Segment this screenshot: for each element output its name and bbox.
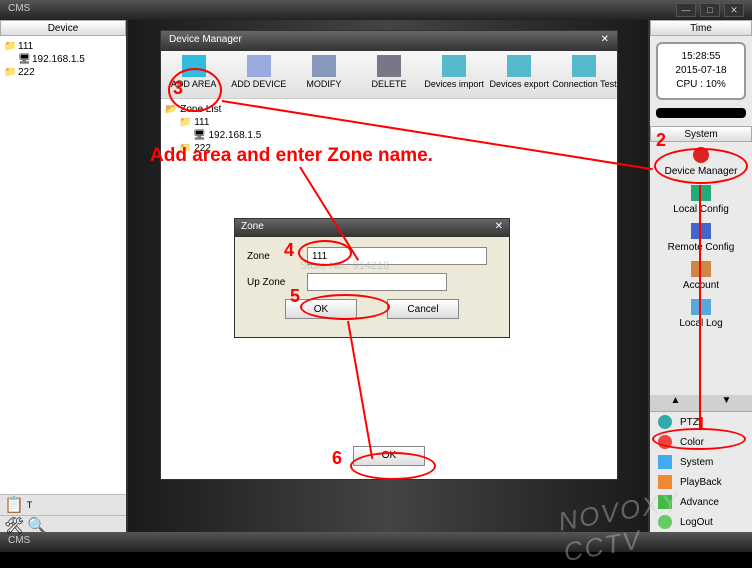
export-icon xyxy=(507,55,531,77)
clock-text: 15:28:55 xyxy=(664,50,738,64)
connection-test-button[interactable]: Connection Test xyxy=(552,51,617,98)
nav-playback[interactable]: PlayBack xyxy=(650,472,752,492)
nav-advance[interactable]: Advance xyxy=(650,492,752,512)
down-arrow-icon: ▼ xyxy=(701,395,752,411)
zone-icon: 📁 xyxy=(4,41,16,51)
system-icon xyxy=(656,454,674,470)
zone-icon: 📁 xyxy=(179,117,191,128)
zone-ok-button[interactable]: OK xyxy=(285,299,357,319)
tree-item[interactable]: 📁111 xyxy=(4,40,122,53)
app-title: CMS xyxy=(8,3,30,17)
local-log-button[interactable]: Local Log xyxy=(650,294,752,332)
search-icon[interactable]: 🛠 xyxy=(4,516,24,536)
root-icon: 📂 xyxy=(165,104,177,115)
add-area-icon xyxy=(182,55,206,77)
app-title-bar: CMS — □ ✕ xyxy=(0,0,752,20)
close-icon[interactable]: ✕ xyxy=(495,221,503,235)
system-panel-header: System xyxy=(650,126,752,142)
minimize-button[interactable]: — xyxy=(676,3,696,17)
local-config-button[interactable]: Local Config xyxy=(650,180,752,218)
date-text: 2015-07-18 xyxy=(664,64,738,78)
logout-icon xyxy=(656,514,674,530)
cpu-text: CPU : 10% xyxy=(664,78,738,92)
playback-icon xyxy=(656,474,674,490)
devices-export-button[interactable]: Devices export xyxy=(487,51,552,98)
tree-item[interactable]: 🖥192.168.1.5 xyxy=(4,53,122,66)
zone-title-bar: Zone ✕ xyxy=(235,219,509,237)
zone-icon: 📁 xyxy=(4,67,16,77)
time-info-box: 15:28:55 2015-07-18 CPU : 10% xyxy=(656,42,746,100)
zone-name-input[interactable] xyxy=(307,247,487,265)
ptz-icon xyxy=(656,414,674,430)
left-bottom-tabs: 📋T 🛠🔍 xyxy=(0,494,126,532)
delete-icon xyxy=(377,55,401,77)
local-log-icon xyxy=(689,297,713,317)
zone-icon: 📁 xyxy=(179,143,191,154)
close-button[interactable]: ✕ xyxy=(724,3,744,17)
up-zone-label: Up Zone xyxy=(247,277,299,288)
local-config-icon xyxy=(689,183,713,203)
device-panel-header: Device xyxy=(0,20,126,36)
dm-ok-button[interactable]: OK xyxy=(353,446,425,466)
add-area-button[interactable]: ADD AREA xyxy=(161,51,226,98)
delete-button[interactable]: DELETE xyxy=(356,51,421,98)
conn-test-icon xyxy=(572,55,596,77)
close-icon[interactable]: ✕ xyxy=(601,34,609,48)
modify-button[interactable]: MODIFY xyxy=(291,51,356,98)
add-device-icon xyxy=(247,55,271,77)
tab-icon[interactable]: 📋 xyxy=(4,495,24,515)
zone-cancel-button[interactable]: Cancel xyxy=(387,299,459,319)
zone-dialog: Zone ✕ Zone Up Zone OK Cancel xyxy=(234,218,510,338)
nav-scroll-arrows[interactable]: ▲▼ xyxy=(650,395,752,411)
account-button[interactable]: Account xyxy=(650,256,752,294)
dm-toolbar: ADD AREA ADD DEVICE MODIFY DELETE Device… xyxy=(161,51,617,99)
zone-field-label: Zone xyxy=(247,251,299,262)
nav-system[interactable]: System xyxy=(650,452,752,472)
nav-ptz[interactable]: PTZ xyxy=(650,412,752,432)
time-panel-header: Time xyxy=(650,20,752,36)
dvr-icon: 🖥 xyxy=(18,54,30,64)
remote-config-icon xyxy=(689,221,713,241)
tree-item[interactable]: 📁222 xyxy=(4,66,122,79)
up-arrow-icon: ▲ xyxy=(650,395,701,411)
up-zone-input[interactable] xyxy=(307,273,447,291)
device-tree[interactable]: 📁111 🖥192.168.1.5 📁222 xyxy=(0,36,126,494)
maximize-button[interactable]: □ xyxy=(700,3,720,17)
device-manager-button[interactable]: Device Manager xyxy=(650,142,752,180)
device-manager-icon xyxy=(689,145,713,165)
search-icon[interactable]: 🔍 xyxy=(27,516,47,536)
dialog-title-bar: Device Manager ✕ xyxy=(161,31,617,51)
nav-color[interactable]: Color xyxy=(650,432,752,452)
color-icon xyxy=(656,434,674,450)
account-icon xyxy=(689,259,713,279)
modify-icon xyxy=(312,55,336,77)
cpu-bar xyxy=(656,108,746,118)
advance-icon xyxy=(656,494,674,510)
remote-config-button[interactable]: Remote Config xyxy=(650,218,752,256)
devices-import-button[interactable]: Devices import xyxy=(422,51,487,98)
nav-logout[interactable]: LogOut xyxy=(650,512,752,532)
import-icon xyxy=(442,55,466,77)
dvr-icon: 🖥 xyxy=(193,130,206,141)
add-device-button[interactable]: ADD DEVICE xyxy=(226,51,291,98)
